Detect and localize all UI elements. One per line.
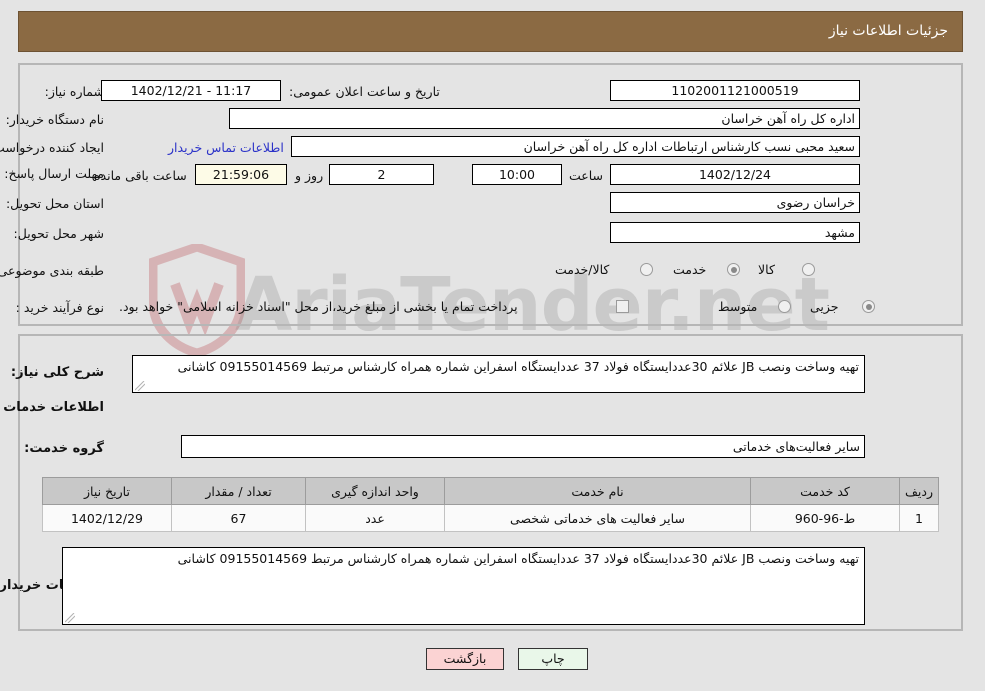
city-field[interactable]: مشهد <box>611 222 861 243</box>
need-number-label: شماره نیاز: <box>45 84 105 99</box>
category-radio-goods-service[interactable] <box>641 263 654 276</box>
table-row: 1 ط-96-960 سایر فعالیت های خدماتی شخصی ع… <box>43 504 940 532</box>
page-root: AriaTender.net جزئیات اطلاعات نیاز شماره… <box>0 0 985 691</box>
cell-name: سایر فعالیت های خدماتی شخصی <box>445 504 752 532</box>
cell-unit: عدد <box>306 504 446 532</box>
general-desc-textarea[interactable]: تهیه وساخت ونصب JB علائم 30عددایستگاه فو… <box>133 355 866 393</box>
col-row: ردیف <box>900 477 940 505</box>
purchase-option-medium-label: متوسط <box>719 299 759 314</box>
service-group-label: گروه خدمت: <box>25 441 105 456</box>
purchase-option-minor-label: جزیی <box>811 299 840 314</box>
cell-qty: 67 <box>172 504 307 532</box>
category-option-goods-label: کالا <box>759 262 776 277</box>
category-option-service-label: خدمت <box>674 262 708 277</box>
request-creator-label: ایجاد کننده درخواست: <box>0 140 105 155</box>
buyer-notes-textarea[interactable]: تهیه وساخت ونصب JB علائم 30عددایستگاه فو… <box>63 547 866 625</box>
buyer-notes-value: تهیه وساخت ونصب JB علائم 30عددایستگاه فو… <box>178 551 860 566</box>
remaining-suffix-label: ساعت باقی مانده <box>95 168 188 183</box>
table-header-row: ردیف کد خدمت نام خدمت واحد اندازه گیری ت… <box>43 477 940 505</box>
services-table: ردیف کد خدمت نام خدمت واحد اندازه گیری ت… <box>43 477 940 532</box>
treasury-docs-note: پرداخت تمام یا بخشی از مبلغ خرید،از محل … <box>120 299 519 314</box>
col-date: تاریخ نیاز <box>43 477 173 505</box>
deadline-date-field[interactable]: 1402/12/24 <box>611 164 861 185</box>
category-option-goods-service-label: کالا/خدمت <box>556 262 611 277</box>
deadline-label: مهلت ارسال پاسخ: تا تاریخ: <box>0 166 105 181</box>
resize-grip-icon[interactable] <box>136 381 146 391</box>
service-group-field[interactable]: سایر فعالیت‌های خدماتی <box>182 435 866 458</box>
province-field[interactable]: خراسان رضوی <box>611 192 861 213</box>
treasury-docs-checkbox[interactable] <box>617 300 630 313</box>
days-word-label: روز و <box>296 168 325 183</box>
col-qty: تعداد / مقدار <box>172 477 307 505</box>
cell-date: 1402/12/29 <box>43 504 173 532</box>
need-number-field[interactable]: 1102001121000519 <box>611 80 861 101</box>
buyer-org-label: نام دستگاه خریدار: <box>6 112 105 127</box>
city-label: شهر محل تحویل: <box>14 226 105 241</box>
public-announce-field[interactable]: 11:17 - 1402/12/21 <box>102 80 282 101</box>
col-code: کد خدمت <box>751 477 901 505</box>
countdown-field: 21:59:06 <box>196 164 288 185</box>
category-radio-service[interactable] <box>728 263 741 276</box>
general-desc-label: شرح کلی نیاز: <box>11 365 105 380</box>
public-announce-label: تاریخ و ساعت اعلان عمومی: <box>290 84 441 99</box>
purchase-type-label: نوع فرآیند خرید : <box>16 300 105 315</box>
col-name: نام خدمت <box>445 477 752 505</box>
days-remaining-field[interactable]: 2 <box>330 164 435 185</box>
request-creator-field[interactable]: سعید محبی نسب کارشناس ارتباطات اداره کل … <box>292 136 861 157</box>
back-button[interactable]: بازگشت <box>427 648 505 670</box>
services-section-title: اطلاعات خدمات مورد نیاز <box>0 400 105 415</box>
deadline-hour-label: ساعت <box>570 168 605 183</box>
purchase-radio-minor[interactable] <box>863 300 876 313</box>
purchase-radio-medium[interactable] <box>779 300 792 313</box>
cell-code: ط-96-960 <box>751 504 901 532</box>
page-title: جزئیات اطلاعات نیاز <box>829 23 949 39</box>
page-title-bar: جزئیات اطلاعات نیاز <box>19 11 964 52</box>
print-button[interactable]: چاپ <box>519 648 589 670</box>
deadline-time-field[interactable]: 10:00 <box>473 164 563 185</box>
cell-row: 1 <box>900 504 940 532</box>
category-radio-goods[interactable] <box>803 263 816 276</box>
category-label: طبقه بندی موضوعی: <box>0 263 105 278</box>
general-desc-value: تهیه وساخت ونصب JB علائم 30عددایستگاه فو… <box>178 359 860 374</box>
province-label: استان محل تحویل: <box>6 196 105 211</box>
col-unit: واحد اندازه گیری <box>306 477 446 505</box>
buyer-org-field[interactable]: اداره کل راه آهن خراسان <box>230 108 861 129</box>
resize-grip-icon[interactable] <box>66 613 76 623</box>
buyer-contact-link[interactable]: اطلاعات تماس خریدار <box>169 140 285 155</box>
